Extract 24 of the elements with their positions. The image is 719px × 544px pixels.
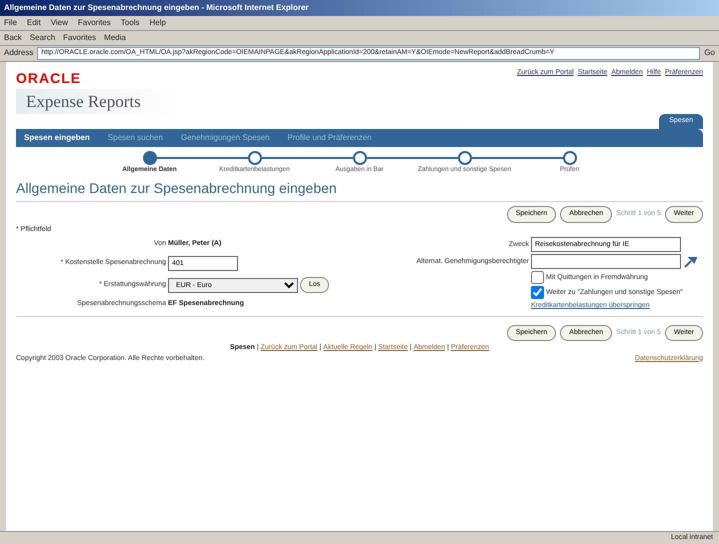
checkbox[interactable]	[531, 286, 544, 300]
toolbar-button[interactable]: Favorites	[63, 32, 96, 44]
menu-item[interactable]: File	[4, 17, 17, 29]
step-marker[interactable]	[142, 150, 156, 164]
menu-item[interactable]: Edit	[26, 17, 41, 29]
step-marker[interactable]	[352, 150, 366, 164]
step-marker[interactable]	[458, 150, 472, 164]
toolbar-button[interactable]: Media	[104, 32, 126, 44]
toolbar-button[interactable]: Search	[30, 32, 56, 44]
step-marker[interactable]	[248, 150, 262, 164]
window-title: Allgemeine Daten zur Spesenabrechnung eingeben - Microsoft Internet Explorer	[0, 0, 719, 16]
go-button[interactable]: Go	[704, 47, 715, 60]
tab[interactable]: Spesen eingeben	[24, 132, 90, 144]
address-label: Address	[4, 47, 34, 60]
menu-item[interactable]: View	[50, 17, 68, 29]
menu-item[interactable]: Favorites	[78, 17, 111, 29]
logo: ORACLE	[16, 68, 82, 88]
menu-item[interactable]: Help	[149, 17, 166, 29]
page-heading: Allgemeine Daten zur Spesenabrechnung eingeben	[16, 178, 703, 202]
checkbox[interactable]	[531, 271, 544, 284]
menu-item[interactable]: Tools	[120, 17, 140, 29]
step-marker[interactable]	[562, 150, 576, 164]
toolbar-button[interactable]: Back	[4, 32, 22, 44]
text-field[interactable]	[531, 254, 681, 270]
